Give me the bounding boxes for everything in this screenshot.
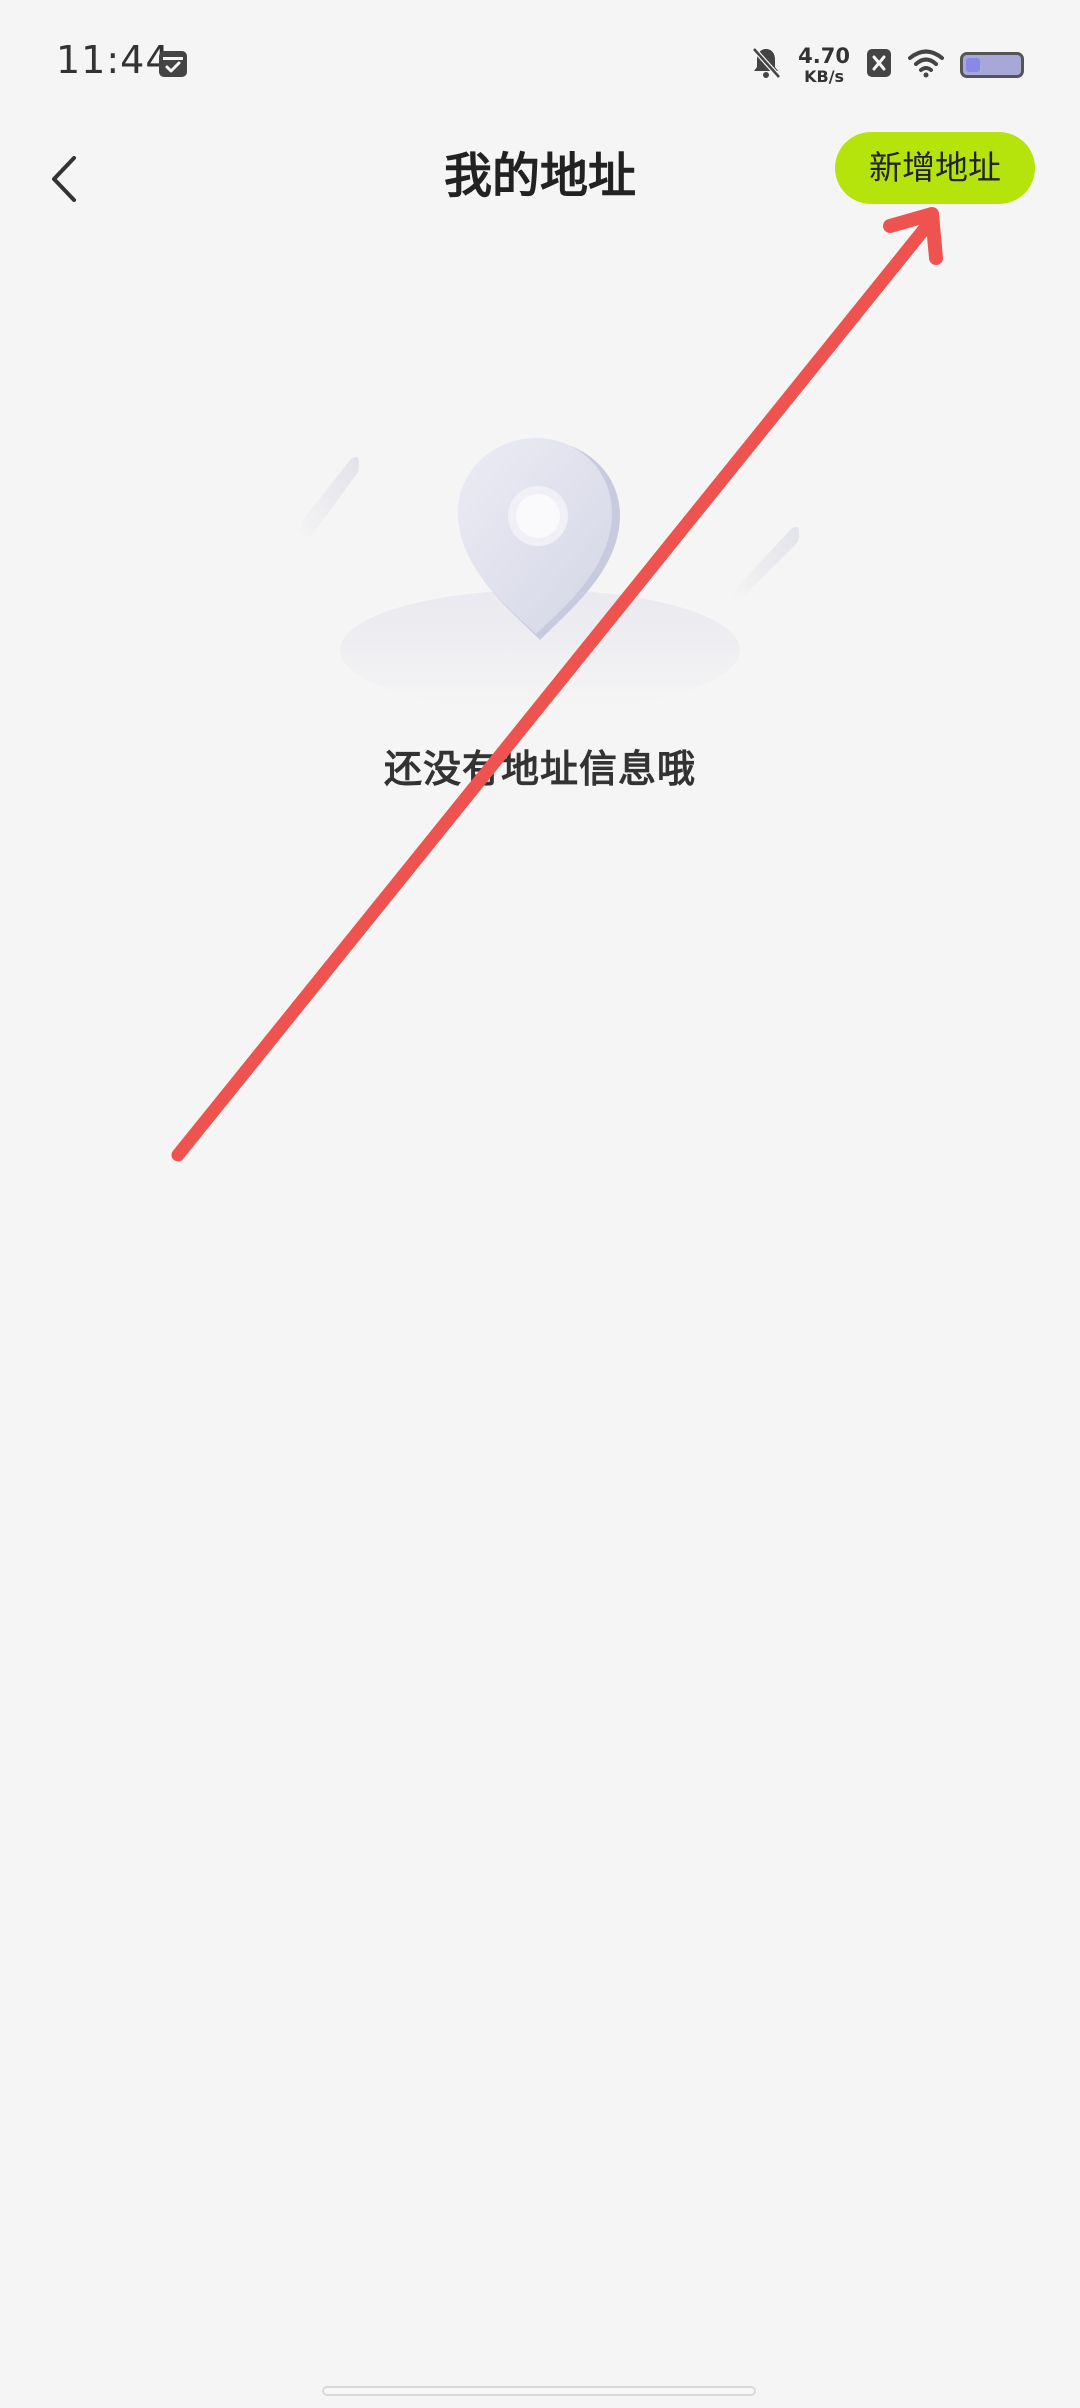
net-speed-unit: KB/s	[804, 66, 845, 86]
screen: 11:44 4.70 KB/s 我的地址 新增地址 还没有地址信息哦	[0, 0, 1080, 2408]
net-speed: 4.70 KB/s	[798, 43, 850, 86]
add-address-button[interactable]: 新增地址	[835, 132, 1035, 204]
battery-fill	[966, 58, 980, 72]
header-bar: 我的地址 新增地址	[0, 130, 1080, 230]
status-time: 11:44	[56, 38, 171, 82]
calendar-check-icon	[158, 48, 188, 78]
empty-state-illustration	[295, 373, 824, 710]
empty-state-message: 还没有地址信息哦	[383, 747, 696, 791]
bell-muted-icon	[750, 46, 782, 84]
close-box-icon	[866, 47, 892, 83]
battery-icon	[960, 52, 1024, 78]
annotation-arrow	[171, 207, 943, 1162]
wifi-icon	[908, 48, 944, 82]
home-indicator	[322, 2386, 756, 2396]
status-bar: 11:44 4.70 KB/s	[0, 0, 1080, 130]
net-speed-value: 4.70	[798, 43, 850, 68]
status-icons: 4.70 KB/s	[750, 40, 1024, 90]
